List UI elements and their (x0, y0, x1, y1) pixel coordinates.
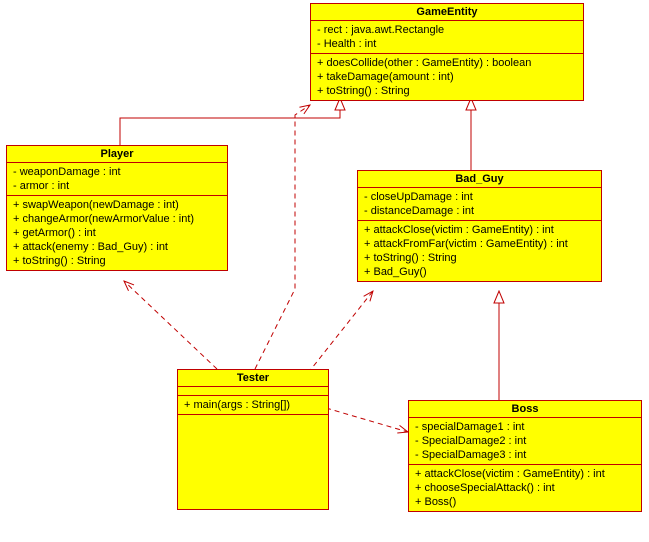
op: + toString() : String (317, 84, 577, 98)
op: + main(args : String[]) (184, 398, 322, 412)
attr: - closeUpDamage : int (364, 190, 595, 204)
attr: - SpecialDamage3 : int (415, 448, 635, 462)
op: + attackClose(victim : GameEntity) : int (415, 467, 635, 481)
class-tester: Tester + main(args : String[]) (177, 369, 329, 510)
attrs: - closeUpDamage : int - distanceDamage :… (358, 188, 601, 221)
class-boss: Boss - specialDamage1 : int - SpecialDam… (408, 400, 642, 512)
ops: + doesCollide(other : GameEntity) : bool… (311, 54, 583, 100)
attr: - weaponDamage : int (13, 165, 221, 179)
class-name: GameEntity (311, 4, 583, 21)
class-gameentity: GameEntity - rect : java.awt.Rectangle -… (310, 3, 584, 101)
class-name: Player (7, 146, 227, 163)
attrs: - weaponDamage : int - armor : int (7, 163, 227, 196)
op: + changeArmor(newArmorValue : int) (13, 212, 221, 226)
ops: + main(args : String[]) (178, 396, 328, 415)
attrs: - specialDamage1 : int - SpecialDamage2 … (409, 418, 641, 465)
op: + Bad_Guy() (364, 265, 595, 279)
blank (178, 415, 328, 509)
attrs: - rect : java.awt.Rectangle - Health : i… (311, 21, 583, 54)
class-bad-guy: Bad_Guy - closeUpDamage : int - distance… (357, 170, 602, 282)
attrs (178, 387, 328, 396)
op: + attack(enemy : Bad_Guy) : int (13, 240, 221, 254)
op: + doesCollide(other : GameEntity) : bool… (317, 56, 577, 70)
attr: - rect : java.awt.Rectangle (317, 23, 577, 37)
op: + Boss() (415, 495, 635, 509)
attr: - specialDamage1 : int (415, 420, 635, 434)
op: + toString() : String (13, 254, 221, 268)
class-player: Player - weaponDamage : int - armor : in… (6, 145, 228, 271)
attr: - distanceDamage : int (364, 204, 595, 218)
op: + chooseSpecialAttack() : int (415, 481, 635, 495)
op: + toString() : String (364, 251, 595, 265)
op: + getArmor() : int (13, 226, 221, 240)
class-name: Bad_Guy (358, 171, 601, 188)
class-name: Tester (178, 370, 328, 387)
attr: - SpecialDamage2 : int (415, 434, 635, 448)
class-name: Boss (409, 401, 641, 418)
ops: + attackClose(victim : GameEntity) : int… (409, 465, 641, 511)
op: + attackClose(victim : GameEntity) : int (364, 223, 595, 237)
ops: + swapWeapon(newDamage : int) + changeAr… (7, 196, 227, 270)
op: + attackFromFar(victim : GameEntity) : i… (364, 237, 595, 251)
attr: - Health : int (317, 37, 577, 51)
attr: - armor : int (13, 179, 221, 193)
op: + takeDamage(amount : int) (317, 70, 577, 84)
ops: + attackClose(victim : GameEntity) : int… (358, 221, 601, 281)
op: + swapWeapon(newDamage : int) (13, 198, 221, 212)
